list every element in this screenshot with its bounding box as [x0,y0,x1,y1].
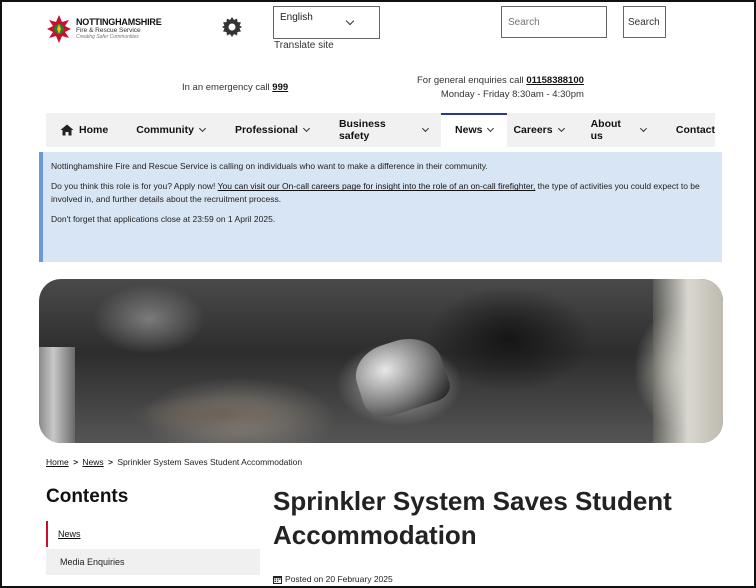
sidebar-item-news[interactable]: News [46,521,260,547]
nav-label-community: Community [136,124,194,136]
nav-item-careers[interactable]: Careers [513,113,565,147]
alert-paragraph-1: Nottinghamshire Fire and Rescue Service … [51,161,488,171]
alert-paragraph-3: Don't forget that applications close at … [51,213,276,224]
posted-date-text: Posted on 20 February 2025 [285,574,393,584]
nav-item-business-safety[interactable]: Business safety [338,113,430,147]
logo-line-1: NOTTINGHAMSHIRE [76,16,162,27]
nav-item-home[interactable]: Home [60,113,108,147]
enquiries-prefix: For general enquiries call [417,75,527,86]
site-logo[interactable]: NOTTINGHAMSHIRE Fire & Rescue Service Cr… [46,13,162,45]
fire-service-crest-icon [47,15,71,43]
posted-date: Posted on 20 February 2025 [273,574,393,584]
page-frame: NOTTINGHAMSHIRE Fire & Rescue Service Cr… [0,0,756,588]
nav-label-careers: Careers [513,124,553,136]
chevron-down-icon [487,124,495,133]
sidebar-item-media-enquiries[interactable]: Media Enquiries [46,549,260,575]
contents-heading: Contents [46,486,129,507]
main-nav: Home Community Professional Business saf… [46,113,715,147]
chevron-down-icon [302,124,311,133]
nav-item-about-us[interactable]: About us [590,113,647,147]
nav-item-news[interactable]: News [441,113,508,147]
chevron-down-icon [639,124,647,133]
hero-detail-melted-object [348,329,454,423]
language-selected-value: English [280,12,313,23]
home-icon [60,124,74,136]
search-input[interactable] [501,6,607,38]
breadcrumb: Home > News > Sprinkler System Saves Stu… [46,457,302,467]
breadcrumb-separator: > [108,457,114,467]
nav-item-community[interactable]: Community [136,113,206,147]
enquiries-hours: Monday - Friday 8:30am - 4:30pm [440,88,584,100]
language-select[interactable]: English [273,6,380,39]
gear-icon[interactable] [221,16,243,38]
nav-label-home: Home [79,124,109,136]
chevron-down-icon [345,16,355,26]
enquiries-number-link[interactable]: 01158388100 [526,75,584,86]
nav-label-contact: Contact [675,124,715,136]
breadcrumb-separator: > [73,457,79,467]
on-call-careers-link[interactable]: You can visit our On-call careers page f… [218,181,536,191]
recruitment-alert: Nottinghamshire Fire and Rescue Service … [39,152,722,262]
nav-label-professional: Professional [234,124,298,136]
hero-detail-wall [653,279,723,443]
breadcrumb-home-link[interactable]: Home [46,457,69,467]
nav-label-business-safety: Business safety [338,118,386,142]
chevron-down-icon [557,124,565,133]
nav-label-news: News [455,124,483,136]
emergency-prefix: In an emergency call [182,82,273,93]
logo-tagline: Creating Safer Communities [76,34,139,41]
breadcrumb-current: Sprinkler System Saves Student Accommoda… [117,457,303,467]
hero-detail-pipe [39,347,75,443]
nav-item-professional[interactable]: Professional [234,113,311,147]
alert-paragraph-2: Do you think this role is for you? Apply… [51,180,716,205]
nav-item-contact[interactable]: Contact [676,113,715,147]
emergency-number-link[interactable]: 999 [272,82,288,93]
nav-label-about-us: About us [590,118,621,142]
general-enquiries-info: For general enquiries call 01158388100 M… [417,74,584,102]
emergency-info: In an emergency call 999 [182,82,288,93]
search-button[interactable]: Search [623,6,666,38]
breadcrumb-news-link[interactable]: News [82,457,103,467]
chevron-down-icon [422,124,430,133]
hero-detail-debris [129,394,309,434]
page-title: Sprinkler System Saves Student Accommoda… [273,486,672,551]
sidebar-news-link[interactable]: News [58,529,81,539]
hero-image [39,279,723,443]
chevron-down-icon [198,124,206,133]
alert-p2-before: Do you think this role is for you? Apply… [51,181,218,192]
calendar-icon [273,575,282,584]
translate-site-label: Translate site [274,40,334,51]
